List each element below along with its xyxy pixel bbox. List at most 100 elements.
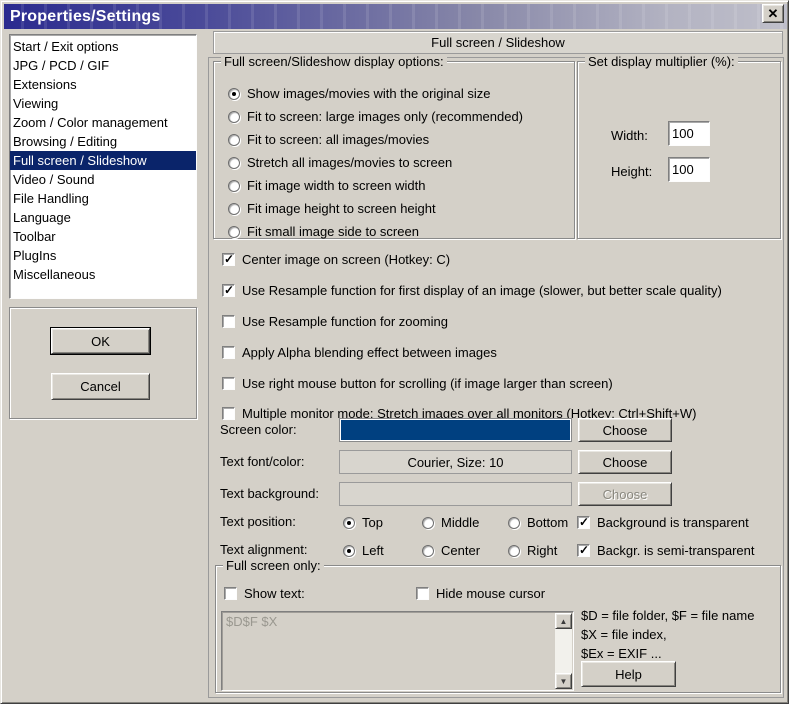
close-button[interactable]: ✕: [762, 4, 784, 23]
checkbox-label: Background is transparent: [597, 515, 749, 530]
radio-align-center[interactable]: Center: [422, 543, 480, 558]
radio-icon: [228, 180, 240, 192]
radio-label: Top: [362, 515, 383, 530]
text-font-label: Text font/color:: [220, 450, 305, 474]
checkbox-right-mouse-scrolling[interactable]: Use right mouse button for scrolling (if…: [222, 376, 613, 391]
window-title: Properties/Settings: [10, 8, 161, 26]
scroll-up-button[interactable]: ▲: [555, 613, 572, 629]
radio-label: Center: [441, 543, 480, 558]
checkbox-icon: [222, 346, 235, 359]
radio-fit-width[interactable]: Fit image width to screen width: [228, 178, 425, 193]
cancel-button[interactable]: Cancel: [51, 373, 150, 400]
placeholder-hint-3: $Ex = EXIF ...: [581, 646, 662, 661]
sidebar-item-browsing-editing[interactable]: Browsing / Editing: [10, 132, 196, 151]
checkbox-icon: [224, 587, 237, 600]
text-alignment-label: Text alignment:: [220, 540, 307, 560]
sidebar-item-extensions[interactable]: Extensions: [10, 75, 196, 94]
screen-color-swatch: [339, 418, 572, 442]
display-options-legend: Full screen/Slideshow display options:: [221, 54, 447, 69]
sidebar-item-fullscreen-slideshow[interactable]: Full screen / Slideshow: [10, 151, 196, 170]
radio-fit-height[interactable]: Fit image height to screen height: [228, 201, 436, 216]
fullscreen-only-group: Full screen only: Show text: Hide mouse …: [215, 565, 781, 693]
radio-label: Fit to screen: all images/movies: [247, 132, 429, 147]
radio-position-top[interactable]: Top: [343, 515, 383, 530]
close-icon: ✕: [768, 6, 779, 22]
radio-position-bottom[interactable]: Bottom: [508, 515, 568, 530]
radio-fit-all[interactable]: Fit to screen: all images/movies: [228, 132, 429, 147]
radio-icon: [508, 517, 520, 529]
page-title: Full screen / Slideshow: [213, 31, 783, 54]
height-input[interactable]: [668, 157, 710, 182]
width-label: Width:: [611, 128, 648, 143]
checkbox-label: Show text:: [244, 586, 305, 601]
ok-button[interactable]: OK: [51, 328, 150, 354]
radio-label: Show images/movies with the original siz…: [247, 86, 491, 101]
checkbox-label: Hide mouse cursor: [436, 586, 545, 601]
checkbox-icon: [222, 253, 235, 266]
sidebar-item-jpg-pcd-gif[interactable]: JPG / PCD / GIF: [10, 56, 196, 75]
sidebar-item-start-exit[interactable]: Start / Exit options: [10, 37, 196, 56]
height-label: Height:: [611, 164, 652, 179]
checkbox-hide-mouse-cursor[interactable]: Hide mouse cursor: [416, 586, 545, 601]
checkbox-icon: [222, 315, 235, 328]
checkbox-label: Use Resample function for zooming: [242, 314, 448, 329]
radio-icon: [228, 111, 240, 123]
checkbox-resample-first-display[interactable]: Use Resample function for first display …: [222, 283, 722, 298]
checkbox-icon: [222, 377, 235, 390]
sidebar-item-language[interactable]: Language: [10, 208, 196, 227]
checkbox-center-image[interactable]: Center image on screen (Hotkey: C): [222, 252, 450, 267]
sidebar-item-miscellaneous[interactable]: Miscellaneous: [10, 265, 196, 284]
display-multiplier-group: Set display multiplier (%): Width: Heigh…: [577, 61, 781, 239]
screen-color-choose-button[interactable]: Choose: [578, 418, 672, 442]
radio-show-original-size[interactable]: Show images/movies with the original siz…: [228, 86, 491, 101]
checkbox-label: Apply Alpha blending effect between imag…: [242, 345, 497, 360]
sidebar-item-file-handling[interactable]: File Handling: [10, 189, 196, 208]
sidebar-item-plugins[interactable]: PlugIns: [10, 246, 196, 265]
show-text-input[interactable]: $D$F $X ▲ ▼: [221, 611, 574, 691]
checkbox-resample-zooming[interactable]: Use Resample function for zooming: [222, 314, 448, 329]
display-multiplier-legend: Set display multiplier (%):: [585, 54, 738, 69]
text-font-choose-button[interactable]: Choose: [578, 450, 672, 474]
text-background-value: [339, 482, 572, 506]
sidebar-item-toolbar[interactable]: Toolbar: [10, 227, 196, 246]
radio-icon: [422, 517, 434, 529]
radio-icon: [228, 88, 240, 100]
radio-label: Left: [362, 543, 384, 558]
display-options-group: Full screen/Slideshow display options: S…: [213, 61, 575, 239]
radio-label: Bottom: [527, 515, 568, 530]
checkbox-icon: [577, 544, 590, 557]
scroll-down-button[interactable]: ▼: [555, 673, 572, 689]
radio-fit-small-side[interactable]: Fit small image side to screen: [228, 224, 419, 239]
radio-stretch-all[interactable]: Stretch all images/movies to screen: [228, 155, 452, 170]
checkbox-show-text[interactable]: Show text:: [224, 586, 305, 601]
text-position-label: Text position:: [220, 512, 296, 532]
radio-label: Fit image height to screen height: [247, 201, 436, 216]
radio-label: Middle: [441, 515, 479, 530]
radio-label: Fit to screen: large images only (recomm…: [247, 109, 523, 124]
width-input[interactable]: [668, 121, 710, 146]
radio-fit-large-only[interactable]: Fit to screen: large images only (recomm…: [228, 109, 523, 124]
screen-color-label: Screen color:: [220, 418, 297, 442]
radio-position-middle[interactable]: Middle: [422, 515, 479, 530]
checkbox-icon: [577, 516, 590, 529]
scrollbar[interactable]: ▲ ▼: [555, 613, 572, 689]
show-text-value: $D$F $X: [226, 614, 277, 629]
checkbox-background-transparent[interactable]: Background is transparent: [577, 515, 749, 530]
sidebar-item-video-sound[interactable]: Video / Sound: [10, 170, 196, 189]
checkbox-background-semi-transparent[interactable]: Backgr. is semi-transparent: [577, 543, 755, 558]
title-bar[interactable]: Properties/Settings: [4, 4, 787, 29]
checkbox-alpha-blending[interactable]: Apply Alpha blending effect between imag…: [222, 345, 497, 360]
sidebar-item-viewing[interactable]: Viewing: [10, 94, 196, 113]
radio-icon: [228, 226, 240, 238]
radio-label: Fit small image side to screen: [247, 224, 419, 239]
settings-category-list[interactable]: Start / Exit options JPG / PCD / GIF Ext…: [9, 34, 197, 299]
text-background-choose-button: Choose: [578, 482, 672, 506]
sidebar-item-zoom-color[interactable]: Zoom / Color management: [10, 113, 196, 132]
text-background-label: Text background:: [220, 482, 319, 506]
help-button[interactable]: Help: [581, 661, 676, 687]
placeholder-hint-2: $X = file index,: [581, 627, 667, 642]
fullscreen-only-legend: Full screen only:: [223, 558, 324, 573]
radio-align-right[interactable]: Right: [508, 543, 557, 558]
radio-align-left[interactable]: Left: [343, 543, 384, 558]
radio-icon: [228, 157, 240, 169]
